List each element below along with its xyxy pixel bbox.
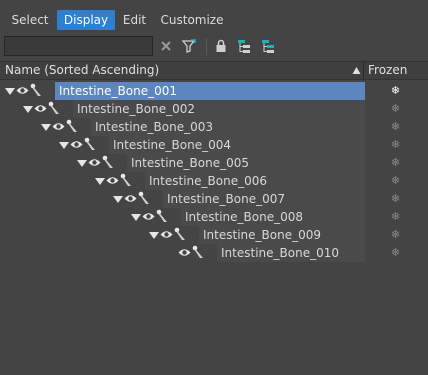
expand-caret-icon[interactable] [41, 124, 51, 131]
eye-icon[interactable] [34, 103, 47, 114]
search-input[interactable] [4, 36, 153, 56]
bone-icon [174, 227, 185, 240]
menu-edit[interactable]: Edit [116, 10, 153, 30]
eye-icon[interactable] [142, 211, 155, 222]
tree-row[interactable]: Intestine_Bone_007 ❄ [0, 190, 428, 208]
menu-bar: Select Display Edit Customize [0, 10, 428, 30]
bone-icon [30, 83, 41, 96]
eye-icon[interactable] [124, 193, 137, 204]
expand-caret-icon[interactable] [149, 232, 159, 239]
frozen-snowflake-icon[interactable]: ❄ [363, 208, 428, 226]
expand-caret-icon[interactable] [23, 106, 33, 113]
eye-icon[interactable] [52, 121, 65, 132]
tree-row-label[interactable]: Intestine_Bone_004 [109, 136, 365, 154]
eye-icon[interactable] [178, 247, 191, 258]
tree-row[interactable]: Intestine_Bone_002 ❄ [0, 100, 428, 118]
tree-row-label[interactable]: Intestine_Bone_005 [127, 154, 365, 172]
tree-row[interactable]: Intestine_Bone_005 ❄ [0, 154, 428, 172]
menu-display[interactable]: Display [57, 10, 115, 30]
eye-icon[interactable] [160, 229, 173, 240]
expand-caret-icon[interactable] [77, 160, 87, 167]
bone-icon [84, 137, 95, 150]
expand-caret-icon[interactable] [95, 178, 105, 185]
frozen-snowflake-icon[interactable]: ❄ [363, 172, 428, 190]
tree-row-label[interactable]: Intestine_Bone_001 [55, 82, 365, 100]
column-header: Name (Sorted Ascending) Frozen [0, 61, 428, 80]
tree-row-label[interactable]: Intestine_Bone_002 [73, 100, 365, 118]
tree-row[interactable]: Intestine_Bone_004 ❄ [0, 136, 428, 154]
expand-caret-icon[interactable] [59, 142, 69, 149]
tree-row[interactable]: Intestine_Bone_010 ❄ [0, 244, 428, 262]
bone-icon [156, 209, 167, 222]
expand-caret-icon[interactable] [113, 196, 123, 203]
tree-row[interactable]: Intestine_Bone_009 ❄ [0, 226, 428, 244]
sort-ascending-icon [352, 67, 361, 74]
menu-customize[interactable]: Customize [155, 10, 229, 30]
frozen-snowflake-icon[interactable]: ❄ [363, 244, 428, 262]
tree-row-label[interactable]: Intestine_Bone_010 [217, 244, 365, 262]
eye-icon[interactable] [88, 157, 101, 168]
expand-caret-icon[interactable] [5, 88, 15, 95]
frozen-snowflake-icon[interactable]: ❄ [363, 136, 428, 154]
tree-row[interactable]: Intestine_Bone_001 ❄ [0, 82, 428, 100]
bone-icon [102, 155, 113, 168]
frozen-snowflake-icon[interactable]: ❄ [363, 118, 428, 136]
tree-row-label[interactable]: Intestine_Bone_008 [181, 208, 365, 226]
frozen-column-header[interactable]: Frozen [368, 62, 407, 79]
eye-icon[interactable] [106, 175, 119, 186]
toolbar [0, 36, 428, 58]
tree-row[interactable]: Intestine_Bone_008 ❄ [0, 208, 428, 226]
name-column-header[interactable]: Name (Sorted Ascending) [5, 62, 159, 79]
bone-icon [138, 191, 149, 204]
clear-filter-icon[interactable] [158, 38, 174, 54]
menu-select[interactable]: Select [4, 10, 56, 30]
frozen-snowflake-icon[interactable]: ❄ [363, 226, 428, 244]
eye-icon[interactable] [16, 85, 29, 96]
frozen-snowflake-icon[interactable]: ❄ [363, 190, 428, 208]
hierarchy-icon[interactable] [236, 38, 252, 54]
hierarchy-expand-icon[interactable] [260, 38, 276, 54]
frozen-snowflake-icon[interactable]: ❄ [363, 100, 428, 118]
eye-icon[interactable] [70, 139, 83, 150]
bone-icon [120, 173, 131, 186]
filter-icon[interactable] [181, 38, 197, 54]
bone-icon [48, 101, 59, 114]
column-divider[interactable] [363, 62, 364, 79]
lock-icon[interactable] [213, 38, 229, 54]
bone-icon [66, 119, 77, 132]
tree-row-label[interactable]: Intestine_Bone_009 [199, 226, 365, 244]
expand-caret-icon[interactable] [131, 214, 141, 221]
tree-row-label[interactable]: Intestine_Bone_003 [91, 118, 365, 136]
bone-icon [192, 245, 203, 258]
tree-row[interactable]: Intestine_Bone_006 ❄ [0, 172, 428, 190]
scene-explorer-window: Select Display Edit Customize Name (Sort… [0, 0, 428, 375]
frozen-snowflake-icon[interactable]: ❄ [363, 82, 428, 100]
frozen-snowflake-icon[interactable]: ❄ [363, 154, 428, 172]
toolbar-separator [206, 38, 207, 55]
tree-row-label[interactable]: Intestine_Bone_007 [163, 190, 365, 208]
tree-row-label[interactable]: Intestine_Bone_006 [145, 172, 365, 190]
tree-row[interactable]: Intestine_Bone_003 ❄ [0, 118, 428, 136]
